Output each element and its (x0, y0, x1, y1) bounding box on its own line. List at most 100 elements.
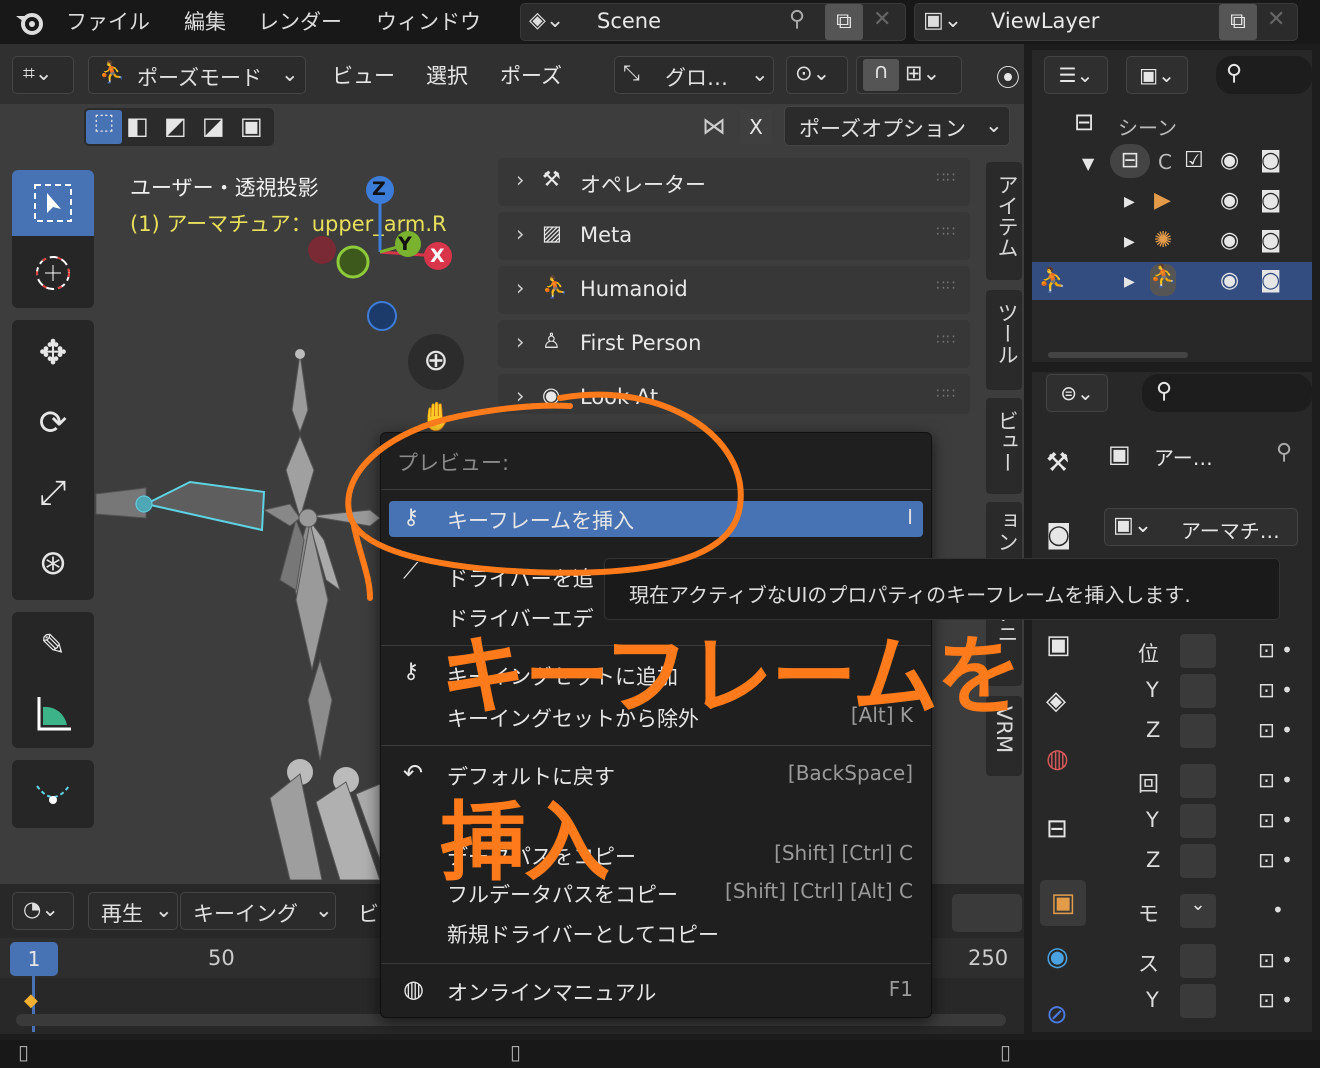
drag-handle-icon[interactable]: ∷∷ (936, 386, 956, 402)
select-invert-icon[interactable]: ◪ (202, 112, 225, 140)
view-layer-icon: ▣⌄ (923, 8, 963, 33)
tool-tab-icon[interactable]: ⚒ (1046, 448, 1069, 478)
magnet-icon: ∩ (863, 59, 899, 91)
prop-row[interactable]: Z ⊡ • (1032, 842, 1312, 882)
new-view-layer-icon[interactable]: ⧉ (1219, 4, 1257, 40)
drag-handle-icon[interactable]: ∷∷ (936, 332, 956, 348)
menu-pose[interactable]: ポーズ (500, 60, 562, 90)
tab-view[interactable]: ビュー (986, 398, 1022, 494)
menu-window[interactable]: ウィンドウ (376, 6, 481, 36)
cursor-icon[interactable] (12, 240, 94, 306)
eye-icon[interactable]: ◉ (1220, 268, 1239, 293)
mouse-right-icon: ▯ (1000, 1040, 1012, 1064)
select-subtract-icon[interactable]: ◩ (164, 112, 187, 140)
camera-icon[interactable]: ◙ (1260, 148, 1281, 173)
select-extend-icon[interactable]: ◧ (126, 112, 149, 140)
select-intersect-icon[interactable]: ▣ (240, 112, 263, 140)
pin-icon[interactable]: ⚲ (789, 7, 805, 32)
scale-icon[interactable]: ⤢ (12, 460, 94, 526)
properties-editor[interactable]: ⊜⌄ ⚲ ⚒ ◙ ▣ ◈ ◍ ⊟ ▣ ◉ ⊘ ▣ アー… ⚲ ▣⌄ アーマチ… … (1032, 372, 1312, 1032)
outliner[interactable]: ☰⌄ ▣⌄ ⚲ ⊟ シーン ▼ ⊟ C ☑ ◉ ◙ ▶ ▶ ◉ ◙ ▶ ✺ ◉ … (1032, 50, 1312, 362)
new-scene-icon[interactable]: ⧉ (825, 4, 863, 40)
scene-selector[interactable]: ◈⌄ Scene ⚲ ⧉ ✕ (520, 3, 906, 41)
blender-logo-icon[interactable] (12, 6, 46, 38)
drag-handle-icon[interactable]: ∷∷ (936, 224, 956, 240)
prop-row[interactable]: Y ⊡ • (1032, 982, 1312, 1022)
drag-handle-icon[interactable]: ∷∷ (936, 170, 956, 186)
frame-field[interactable] (952, 894, 1022, 932)
expand-icon[interactable]: ▼ (1082, 154, 1094, 173)
measure-icon[interactable] (12, 680, 94, 746)
object-selector[interactable]: ▣⌄ アーマチ… (1104, 508, 1298, 546)
prop-row[interactable]: ス ⊡ • (1032, 942, 1312, 982)
scrollbar[interactable] (1048, 352, 1188, 358)
editor-type-button[interactable]: ⌗⌄ (12, 56, 74, 94)
eye-icon[interactable]: ◉ (1220, 228, 1239, 253)
camera-icon[interactable]: ◙ (1260, 268, 1281, 293)
annotate-pen-icon[interactable]: ✎ (12, 612, 94, 678)
search-icon[interactable]: ⚲ (1216, 56, 1312, 94)
keyframe-icon[interactable]: ◆ (24, 990, 38, 1011)
snap-button[interactable]: ∩ ⊞⌄ (856, 56, 962, 94)
prop-row[interactable]: モ ⌄ • (1032, 892, 1312, 932)
close-icon[interactable]: ✕ (1267, 7, 1285, 32)
menu-edit[interactable]: 編集 (184, 6, 226, 36)
panel-first-person[interactable]: › ♙ First Person ∷∷ (498, 320, 970, 368)
eye-icon[interactable]: ◉ (1220, 148, 1239, 173)
render-tab-icon[interactable]: ◙ (1046, 520, 1071, 550)
drag-handle-icon[interactable]: ∷∷ (936, 278, 956, 294)
tab-tool[interactable]: ツール (986, 290, 1022, 390)
menu-file[interactable]: ファイル (66, 6, 150, 36)
transform-icon[interactable]: ⊛ (12, 530, 94, 596)
panel-operator[interactable]: › ⚒ オペレーター ∷∷ (498, 158, 970, 206)
playback-menu[interactable]: 再生 ⌄ (88, 892, 178, 930)
expand-icon[interactable]: ▶ (1124, 274, 1135, 290)
mode-selector[interactable]: ⛹ ポーズモード ⌄ (88, 56, 306, 94)
panel-meta[interactable]: › ▨ Meta ∷∷ (498, 212, 970, 260)
scene-collection-label: シーン (1118, 116, 1177, 140)
mirror-x-toggle[interactable]: X (740, 110, 772, 144)
eye-icon[interactable]: ◉ (1220, 188, 1239, 213)
camera-icon[interactable]: ◙ (1260, 228, 1281, 253)
view-layer-selector[interactable]: ▣⌄ ViewLayer ⧉ ✕ (914, 3, 1298, 41)
scene-name[interactable]: Scene (597, 9, 661, 33)
mirror-icon[interactable]: ⋈ (702, 112, 726, 140)
view-layer-name[interactable]: ViewLayer (991, 9, 1099, 33)
view-menu[interactable]: ビ (358, 898, 379, 928)
bone-envelope-icon[interactable] (12, 760, 94, 826)
proportional-edit-icon[interactable]: ⦿ (996, 58, 1020, 93)
checkbox-icon[interactable]: ☑ (1184, 148, 1204, 173)
current-frame-indicator[interactable]: 1 (10, 942, 58, 976)
search-icon[interactable]: ⚲ (1142, 374, 1312, 412)
camera-icon[interactable]: ◙ (1260, 188, 1281, 213)
move-icon[interactable]: ✥ (12, 320, 94, 386)
prop-row[interactable]: 位 ⊡ • (1032, 632, 1312, 672)
transform-orientation-selector[interactable]: ⤡ グロ… ⌄ (614, 56, 774, 94)
tab-item[interactable]: アイテム (986, 162, 1022, 280)
menu-item-copy-as-driver[interactable]: 新規ドライバーとしてコピー (447, 919, 719, 949)
display-mode-icon[interactable]: ☰⌄ (1044, 56, 1108, 94)
menu-view[interactable]: ビュー (332, 60, 395, 90)
pose-options-dropdown[interactable]: ポーズオプション ⌄ (784, 106, 1010, 146)
rotate-icon[interactable]: ⟳ (12, 390, 94, 456)
expand-icon[interactable]: ▶ (1124, 194, 1135, 210)
select-box-icon[interactable] (12, 170, 94, 236)
menu-render[interactable]: レンダー (258, 6, 342, 36)
prop-row[interactable]: Y ⊡ • (1032, 672, 1312, 712)
menu-item-online-manual[interactable]: オンラインマニュアル (447, 977, 656, 1007)
editor-type-icon[interactable]: ⊜⌄ (1046, 374, 1108, 412)
filter-icon[interactable]: ▣⌄ (1126, 56, 1188, 94)
timeline-editor-type-button[interactable]: ◔⌄ (12, 892, 74, 930)
panel-humanoid[interactable]: › ⛹ Humanoid ∷∷ (498, 266, 970, 314)
pin-icon[interactable]: ⚲ (1276, 440, 1292, 465)
prop-row[interactable]: Z ⊡ • (1032, 712, 1312, 752)
pivot-point-button[interactable]: ⊙⌄ (786, 56, 848, 94)
menu-select[interactable]: 選択 (426, 60, 468, 90)
close-icon[interactable]: ✕ (873, 7, 891, 32)
select-new-icon[interactable]: ⬚ (86, 110, 122, 144)
prop-row[interactable]: 回 ⊡ • (1032, 762, 1312, 802)
keying-menu[interactable]: キーイング ⌄ (180, 892, 336, 930)
chevron-right-icon: › (516, 330, 525, 354)
prop-row[interactable]: Y ⊡ • (1032, 802, 1312, 842)
expand-icon[interactable]: ▶ (1124, 234, 1135, 250)
